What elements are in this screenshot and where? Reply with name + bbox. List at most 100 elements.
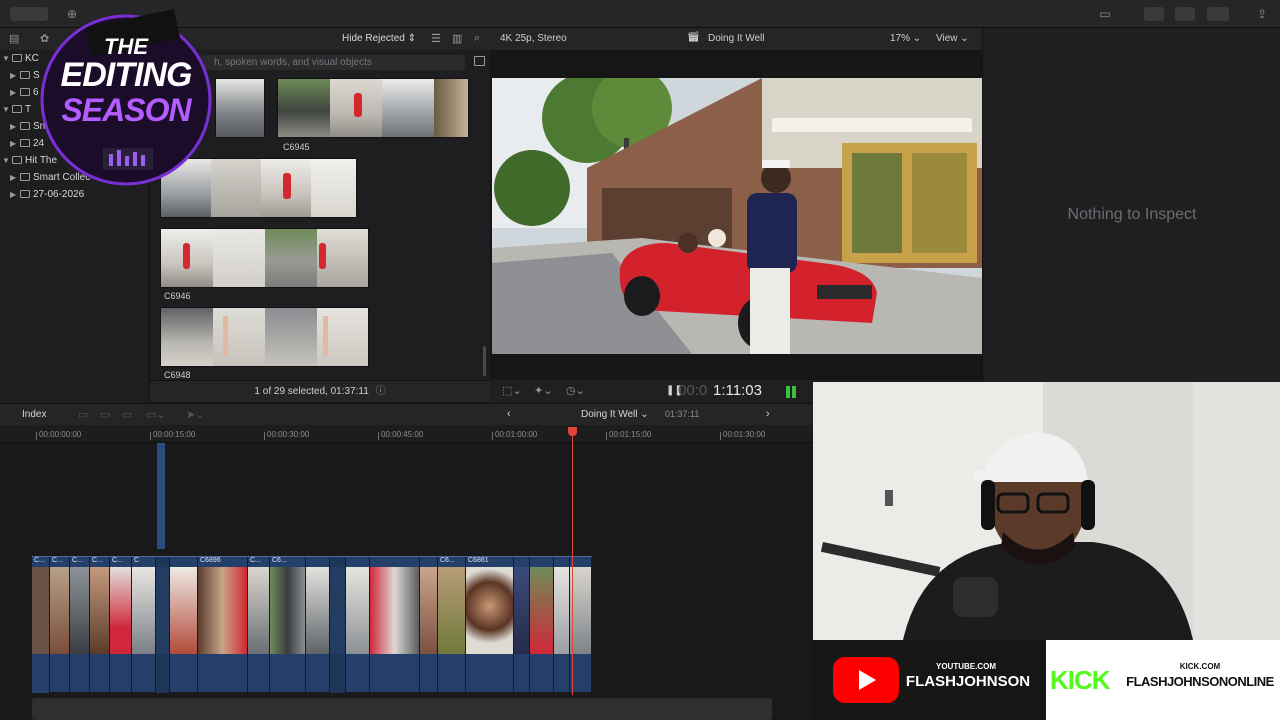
speed-icon[interactable]: ◷⌄ xyxy=(566,384,585,397)
browser-scrollbar[interactable] xyxy=(483,346,486,376)
inspector-layout-button[interactable] xyxy=(1207,7,1229,21)
disclosure-icon[interactable]: ▶ xyxy=(10,84,20,101)
timeline-clip[interactable] xyxy=(306,557,330,693)
clip-filter-dropdown[interactable]: Hide Rejected ⇕ xyxy=(342,33,416,44)
enhance-icon[interactable]: ✦⌄ xyxy=(534,384,552,397)
timeline-clip[interactable]: C xyxy=(132,557,156,693)
background-tasks-icon[interactable]: ▭ xyxy=(1097,6,1113,22)
viewer-toolbar: 4K 25p, Stereo 🎬︎ Doing It Well 17% ⌄ Vi… xyxy=(490,28,982,50)
zoom-dropdown[interactable]: 17% ⌄ xyxy=(890,33,921,44)
select-tool-icon[interactable]: ➤⌄ xyxy=(186,408,204,421)
clip-thumbnail[interactable] xyxy=(215,78,265,138)
timeline-clip[interactable]: C6896 xyxy=(198,557,248,693)
timeline-project-dropdown[interactable]: Doing It Well ⌄ xyxy=(581,409,649,420)
view-dropdown[interactable]: View ⌄ xyxy=(936,33,969,44)
ruler-tick: 00:01:30:00 xyxy=(720,430,765,440)
disclosure-icon[interactable]: ▶ xyxy=(10,67,20,84)
timeline-clip[interactable]: C6861 xyxy=(466,557,514,693)
append-clip-icon[interactable]: ▭ xyxy=(122,408,132,421)
disclosure-icon[interactable]: ▶ xyxy=(10,186,20,203)
inspector-pane: Nothing to Inspect xyxy=(982,28,1280,382)
timeline-clip[interactable] xyxy=(514,557,530,693)
project-duration: 01:37:11 xyxy=(665,409,700,419)
primary-storyline[interactable]: C... C... C... C... C... C C6896 C... C6… xyxy=(32,556,592,693)
timeline-clip[interactable] xyxy=(330,557,346,693)
timeline-clip[interactable]: C6... xyxy=(270,557,306,693)
playhead-handle[interactable] xyxy=(568,427,577,436)
ruler-tick: 00:01:15:00 xyxy=(606,430,651,440)
timeline-scrollbar[interactable] xyxy=(32,698,772,720)
timeline-clip[interactable] xyxy=(370,557,420,693)
back-arrow-icon[interactable]: ‹ xyxy=(507,408,511,420)
clip-name: C6945 xyxy=(283,142,310,152)
disclosure-icon[interactable]: ▶ xyxy=(10,118,20,135)
disclosure-icon[interactable]: ▶ xyxy=(10,135,20,152)
kick-logo: KICK xyxy=(1050,665,1111,695)
disclosure-icon[interactable]: ▼ xyxy=(2,152,12,169)
clip-thumbnail[interactable] xyxy=(277,78,469,138)
timeline-project-name: Doing It Well xyxy=(581,409,638,420)
webcam-image xyxy=(813,382,1280,640)
timeline-clip[interactable]: C6... xyxy=(438,557,466,693)
overwrite-clip-icon[interactable]: ▭⌄ xyxy=(146,408,166,421)
forward-arrow-icon[interactable]: › xyxy=(766,408,770,420)
timeline-clip[interactable] xyxy=(570,557,592,693)
timeline-toolbar: Index ▭ ▭ ▭ ▭⌄ ➤⌄ ‹ Doing It Well ⌄ 01:3… xyxy=(0,403,813,425)
insert-clip-icon[interactable]: ▭ xyxy=(100,408,110,421)
timeline-clip[interactable]: C... xyxy=(32,557,50,693)
social-banner: YOUTUBE.COM FLASHJOHNSON KICK KICK.COM F… xyxy=(813,640,1280,720)
info-icon[interactable]: ⓘ xyxy=(376,386,386,397)
transform-icon[interactable]: ⬚⌄ xyxy=(502,384,522,397)
ruler-tick: 00:00:15:00 xyxy=(150,430,195,440)
event-icon xyxy=(20,139,30,148)
kick-panel: KICK KICK.COM FLASHJOHNSONONLINE xyxy=(1046,640,1280,720)
library-icon[interactable]: ▤ xyxy=(9,32,19,45)
connect-clip-icon[interactable]: ▭ xyxy=(78,408,88,421)
kick-handle: FLASHJOHNSONONLINE xyxy=(1126,674,1274,689)
inspector-empty-text: Nothing to Inspect xyxy=(1067,206,1197,223)
timeline-clip[interactable] xyxy=(530,557,554,693)
playhead[interactable] xyxy=(572,430,573,695)
clip-appearance-icon[interactable]: ☰ xyxy=(431,32,441,45)
timecode-display: 1:11:03 xyxy=(713,382,762,399)
ruler-tick: 00:00:45:00 xyxy=(378,430,423,440)
viewer-project-name: Doing It Well xyxy=(708,33,765,44)
timeline-clip[interactable]: C... xyxy=(70,557,90,693)
browser-layout-button[interactable] xyxy=(1144,7,1164,21)
connected-clip[interactable] xyxy=(157,443,165,549)
viewer-controls: ⬚⌄ ✦⌄ ◷⌄ ❚❚ 00:0 1:11:03 xyxy=(490,380,815,402)
logo-line-3: SEASON xyxy=(61,92,191,128)
editing-season-logo: THE EDITING SEASON xyxy=(33,8,219,188)
search-icon[interactable]: ⌕ xyxy=(474,32,480,45)
disclosure-icon[interactable]: ▼ xyxy=(2,101,12,118)
timeline-clip[interactable]: C... xyxy=(50,557,70,693)
timeline-clip[interactable]: C... xyxy=(110,557,132,693)
timeline-ruler[interactable]: 00:00:00:00 00:00:15:00 00:00:30:00 00:0… xyxy=(0,425,813,443)
event-icon xyxy=(20,71,30,80)
timeline-clip[interactable] xyxy=(554,557,570,693)
ruler-tick: 00:00:30:00 xyxy=(264,430,309,440)
clip-name: C6948 xyxy=(164,370,191,380)
timeline-clip[interactable] xyxy=(420,557,438,693)
timeline-clip[interactable] xyxy=(170,557,198,693)
share-icon[interactable]: ⇪ xyxy=(1254,6,1270,22)
audio-meter-left xyxy=(786,386,790,398)
clip-thumbnail[interactable] xyxy=(160,228,369,288)
filmstrip-icon[interactable]: ▥ xyxy=(452,32,462,45)
clip-thumbnail[interactable] xyxy=(160,307,369,367)
sidebar-item[interactable]: ▶ 27-06-2026 xyxy=(0,186,150,203)
search-input[interactable]: h, spoken words, and visual objects xyxy=(200,55,465,70)
calendar-icon[interactable] xyxy=(474,56,485,66)
timeline-clip[interactable] xyxy=(156,557,170,693)
index-button[interactable]: Index xyxy=(22,409,46,420)
disclosure-icon[interactable]: ▶ xyxy=(10,169,20,186)
youtube-handle: FLASHJOHNSON xyxy=(905,673,1031,690)
kick-site: KICK.COM xyxy=(1179,662,1221,671)
library-icon xyxy=(12,105,22,114)
timeline-clip[interactable]: C... xyxy=(248,557,270,693)
disclosure-icon[interactable]: ▼ xyxy=(2,50,12,67)
timeline-clip[interactable] xyxy=(346,557,370,693)
video-frame[interactable] xyxy=(492,78,982,354)
timeline-clip[interactable]: C... xyxy=(90,557,110,693)
timeline-layout-button[interactable] xyxy=(1175,7,1195,21)
